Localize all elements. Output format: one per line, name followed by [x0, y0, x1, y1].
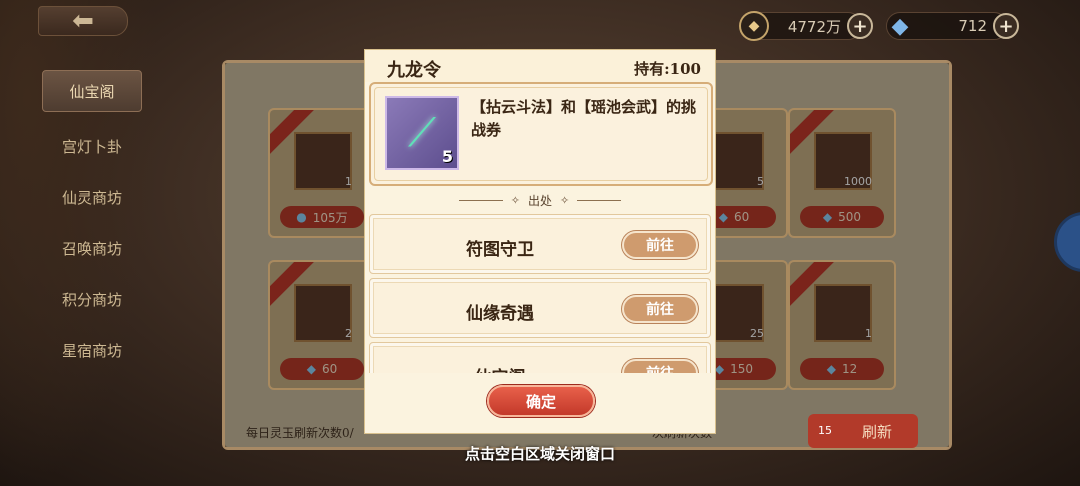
jade-icon: ◆ — [306, 362, 316, 376]
add-jade-button[interactable]: + — [993, 13, 1019, 39]
discount-ribbon — [790, 262, 837, 309]
coin-icon: ◆ — [739, 11, 769, 41]
jade-tablet-icon: ⟋ — [408, 110, 436, 156]
price-value: 500 — [838, 210, 862, 224]
price-tag: ◆ 500 — [800, 206, 884, 228]
source-name: 仙缘奇遇 — [466, 304, 534, 324]
price-tag: ◆ 60 — [280, 358, 364, 380]
goto-button[interactable]: 前往 — [622, 231, 698, 259]
price-tag: ● 105万 — [280, 206, 364, 228]
popup-title: 九龙令 — [387, 60, 441, 81]
close-hint: 点击空白区域关闭窗口 — [464, 445, 615, 463]
nav-item-zhaohuan[interactable]: 召唤商坊 — [42, 223, 142, 274]
item-description-box: ⟋ 5 【拈云斗法】和【瑶池会武】的挑战券 — [369, 82, 713, 186]
price-value: 60 — [733, 210, 750, 224]
nav-item-xianling[interactable]: 仙灵商坊 — [42, 172, 142, 223]
source-row: 符图守卫 前往 — [369, 214, 711, 274]
divider-line — [577, 199, 622, 201]
nav-item-xianbaoge[interactable]: 仙宝阁 — [42, 70, 142, 112]
nav-item-gongdeng[interactable]: 宫灯卜卦 — [42, 121, 142, 172]
coin-icon: ● — [296, 210, 307, 224]
nav-item-xingxiu[interactable]: 星宿商坊 — [42, 325, 142, 376]
item-count: 1000 — [844, 175, 872, 188]
item-count: 2 — [345, 327, 352, 340]
source-list[interactable]: 符图守卫 前往 仙缘奇遇 前往 仙宝阁 前往 — [369, 214, 713, 375]
confirm-button[interactable]: 确定 — [487, 385, 595, 417]
back-button[interactable]: ⬅ — [38, 6, 128, 36]
price-value: 105万 — [312, 210, 348, 225]
item-boots-icon: 1 — [294, 132, 352, 190]
price-value: 60 — [321, 362, 338, 376]
item-description: 【拈云斗法】和【瑶池会武】的挑战券 — [471, 98, 697, 139]
ornament-icon: ✧ — [510, 193, 520, 207]
item-thumbnail: ⟋ 5 — [385, 96, 459, 170]
item-count: 25 — [750, 327, 764, 340]
source-divider: ✧ 出处 ✧ — [365, 192, 715, 208]
source-row: 仙宝阁 前往 — [369, 342, 711, 375]
back-arrow-icon: ⬅ — [72, 6, 94, 36]
item-count: 1 — [345, 175, 352, 188]
item-orb-icon: 1000 — [814, 132, 872, 190]
refresh-label: 刷新 — [861, 422, 892, 441]
shop-card[interactable]: 2 ◆ 60 — [268, 260, 376, 390]
jade-icon: ◆ — [718, 210, 728, 224]
shop-card[interactable]: 1 ● 105万 — [268, 108, 376, 238]
price-tag: ◆ 12 — [800, 358, 884, 380]
divider-line — [458, 199, 503, 201]
jade-currency-bar: ◆ 712 + — [886, 12, 1019, 40]
gold-currency-bar: ◆ 4772万 + — [739, 11, 873, 41]
item-count: 5 — [757, 175, 764, 188]
discount-ribbon — [270, 110, 317, 157]
price-value: 12 — [841, 362, 858, 376]
add-gold-button[interactable]: + — [847, 13, 873, 39]
hold-count: 持有:100 — [634, 60, 701, 78]
refresh-cost: 15 — [818, 424, 832, 437]
jade-icon: ◆ — [822, 210, 833, 224]
ornament-icon: ✧ — [560, 193, 570, 207]
discount-ribbon — [790, 110, 837, 157]
item-count: 1 — [865, 327, 872, 340]
shop-side-nav: 仙宝阁 宫灯卜卦 仙灵商坊 召唤商坊 积分商坊 星宿商坊 — [42, 70, 142, 376]
item-token-icon: 1 — [814, 284, 872, 342]
price-value: 150 — [730, 362, 754, 376]
gold-amount: 4772万 — [787, 17, 841, 36]
discount-ribbon — [270, 262, 317, 309]
jade-icon: ◆ — [826, 362, 836, 376]
jade-icon: ◆ — [714, 362, 725, 376]
jade-amount: 712 — [958, 17, 987, 35]
item-info-popup: 九龙令 持有:100 ⟋ 5 【拈云斗法】和【瑶池会武】的挑战券 ✧ 出处 ✧ … — [364, 49, 716, 434]
source-label: 出处 — [527, 193, 552, 208]
shop-card[interactable]: 1 ◆ 12 — [788, 260, 896, 390]
item-medallion-icon: 2 — [294, 284, 352, 342]
nav-item-jifen[interactable]: 积分商坊 — [42, 274, 142, 325]
item-quantity: 5 — [441, 147, 453, 166]
popup-header: 九龙令 持有:100 — [365, 50, 715, 82]
source-row: 仙缘奇遇 前往 — [369, 278, 711, 338]
goto-button[interactable]: 前往 — [622, 295, 698, 323]
shop-card[interactable]: 1000 ◆ 500 — [788, 108, 896, 238]
popup-footer: 确定 — [365, 373, 715, 433]
jade-crystal-icon: ◆ — [891, 13, 909, 39]
daily-refresh-count: 每日灵玉刷新次数0/ — [246, 426, 354, 440]
source-name: 符图守卫 — [466, 240, 534, 260]
